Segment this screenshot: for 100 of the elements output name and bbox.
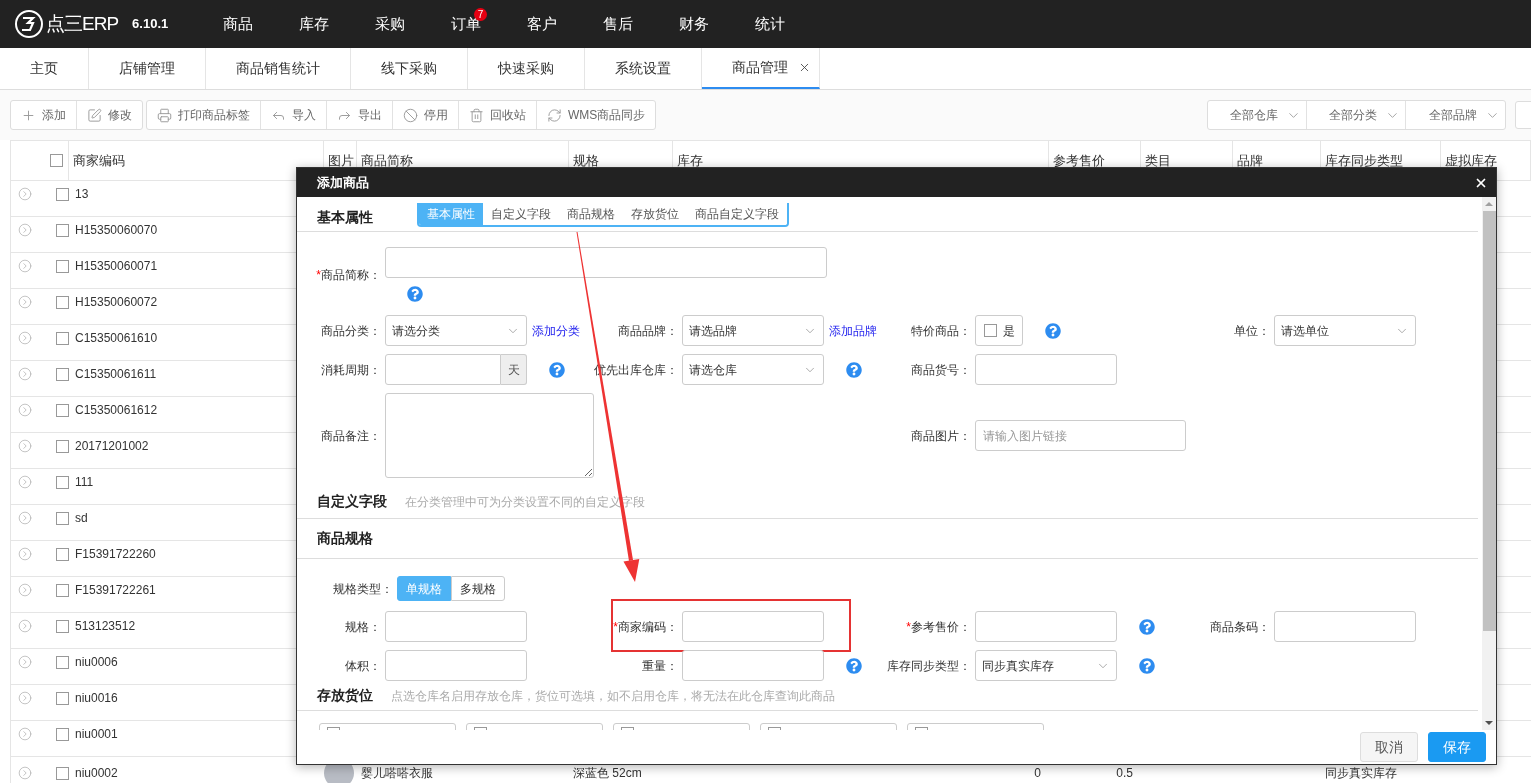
scrollbar[interactable] bbox=[1482, 197, 1496, 730]
checkbox[interactable] bbox=[56, 511, 69, 525]
table-cell-text: niu0006 bbox=[75, 654, 118, 672]
nav-item[interactable]: 库存 bbox=[276, 12, 352, 36]
expand-icon[interactable] bbox=[18, 259, 32, 274]
input-field[interactable] bbox=[1274, 611, 1416, 642]
expand-icon[interactable] bbox=[18, 766, 32, 781]
spec-type-toggle[interactable]: 多规格 bbox=[451, 576, 505, 601]
expand-icon[interactable] bbox=[18, 655, 32, 670]
filter-dropdown[interactable]: 全部品牌 bbox=[1406, 101, 1505, 129]
filter-dropdown[interactable]: 全部仓库 bbox=[1208, 101, 1307, 129]
add-link[interactable]: 添加分类 bbox=[532, 321, 580, 340]
input-field[interactable] bbox=[975, 354, 1117, 385]
checkbox[interactable] bbox=[56, 331, 69, 345]
checkbox[interactable] bbox=[56, 766, 69, 780]
checkbox[interactable] bbox=[56, 403, 69, 417]
nav-item[interactable]: 售后 bbox=[580, 12, 656, 36]
help-icon[interactable] bbox=[846, 361, 862, 378]
checkbox[interactable] bbox=[983, 324, 997, 337]
scroll-down-icon[interactable] bbox=[1485, 721, 1493, 725]
add-link[interactable]: 添加品牌 bbox=[829, 321, 877, 340]
expand-icon[interactable] bbox=[18, 187, 32, 202]
nav-item[interactable]: 财务 bbox=[656, 12, 732, 36]
nav-item[interactable]: 客户 bbox=[504, 12, 580, 36]
expand-icon[interactable] bbox=[18, 583, 32, 598]
help-icon[interactable] bbox=[1045, 322, 1061, 339]
toolbar-button[interactable]: 添加 bbox=[11, 101, 77, 129]
toolbar-icon bbox=[547, 107, 562, 123]
help-icon[interactable] bbox=[1139, 618, 1155, 635]
dropdown[interactable]: 请选仓库 bbox=[682, 354, 824, 385]
checkbox[interactable] bbox=[56, 655, 69, 669]
filter-dropdown[interactable]: 全部分类 bbox=[1307, 101, 1406, 129]
checkbox[interactable] bbox=[56, 439, 69, 453]
checkbox[interactable] bbox=[56, 295, 69, 309]
expand-icon[interactable] bbox=[18, 691, 32, 706]
expand-icon[interactable] bbox=[18, 727, 32, 742]
input-field[interactable] bbox=[385, 247, 827, 278]
checkbox[interactable] bbox=[56, 367, 69, 381]
help-icon[interactable] bbox=[549, 361, 565, 378]
toolbar-button[interactable]: 回收站 bbox=[459, 101, 537, 129]
checkbox[interactable] bbox=[56, 547, 69, 561]
help-icon[interactable] bbox=[407, 286, 423, 302]
input-field[interactable]: 请输入图片链接 bbox=[975, 420, 1186, 451]
toolbar-button[interactable]: 停用 bbox=[393, 101, 459, 129]
page-tab[interactable]: 主页 bbox=[0, 48, 89, 89]
dropdown[interactable]: 请选品牌 bbox=[682, 315, 824, 346]
checkbox[interactable] bbox=[50, 154, 63, 167]
cancel-button[interactable]: 取消 bbox=[1360, 732, 1418, 762]
dropdown[interactable]: 同步真实库存 bbox=[975, 650, 1117, 681]
page-tab[interactable]: 商品销售统计 bbox=[206, 48, 351, 89]
page-tab[interactable]: 系统设置 bbox=[585, 48, 702, 89]
checkbox[interactable] bbox=[56, 691, 69, 705]
input-field[interactable] bbox=[385, 650, 527, 681]
field-label: 商品备注： bbox=[320, 427, 382, 445]
expand-icon[interactable] bbox=[18, 619, 32, 634]
checkbox[interactable] bbox=[56, 223, 69, 237]
page-tab[interactable]: 店铺管理 bbox=[89, 48, 206, 89]
expand-icon[interactable] bbox=[18, 511, 32, 526]
checkbox[interactable] bbox=[56, 727, 69, 741]
checkbox[interactable] bbox=[56, 187, 69, 201]
checkbox[interactable] bbox=[56, 583, 69, 597]
input-field[interactable] bbox=[385, 354, 501, 385]
input-field[interactable] bbox=[385, 611, 527, 642]
page-tab[interactable]: 线下采购 bbox=[351, 48, 468, 89]
toolbar-button[interactable]: WMS商品同步 bbox=[537, 101, 656, 129]
field-label: 库存同步类型： bbox=[887, 657, 972, 675]
checkbox[interactable] bbox=[56, 619, 69, 633]
checkbox[interactable] bbox=[56, 259, 69, 273]
help-icon[interactable] bbox=[846, 657, 862, 674]
text-area[interactable] bbox=[385, 393, 594, 478]
expand-icon[interactable] bbox=[18, 439, 32, 454]
input-field[interactable] bbox=[682, 611, 824, 642]
toolbar-button[interactable]: 导出 bbox=[327, 101, 393, 129]
table-cell-text: sd bbox=[75, 510, 88, 528]
dropdown[interactable]: 请选分类 bbox=[385, 315, 527, 346]
expand-icon[interactable] bbox=[18, 367, 32, 382]
expand-icon[interactable] bbox=[18, 295, 32, 310]
expand-icon[interactable] bbox=[18, 403, 32, 418]
nav-item[interactable]: 商品 bbox=[200, 12, 276, 36]
checkbox-button[interactable]: 是 bbox=[975, 315, 1023, 346]
help-icon[interactable] bbox=[1139, 657, 1155, 674]
table-cell-text: C15350061611 bbox=[75, 366, 157, 384]
input-field[interactable] bbox=[682, 650, 824, 681]
nav-item[interactable]: 采购 bbox=[352, 12, 428, 36]
dropdown[interactable]: 请选单位 bbox=[1274, 315, 1416, 346]
close-icon[interactable] bbox=[798, 61, 811, 74]
checkbox[interactable] bbox=[56, 475, 69, 489]
toolbar-button[interactable]: 修改 bbox=[77, 101, 142, 129]
nav-item[interactable]: 统计 bbox=[732, 12, 808, 36]
input-field[interactable] bbox=[975, 611, 1117, 642]
expand-icon[interactable] bbox=[18, 547, 32, 562]
toolbar-button[interactable]: 打印商品标签 bbox=[147, 101, 261, 129]
page-tab[interactable]: 快速采购 bbox=[468, 48, 585, 89]
scroll-up-icon[interactable] bbox=[1485, 202, 1493, 206]
expand-icon[interactable] bbox=[18, 475, 32, 490]
field-label: *商家编码： bbox=[612, 618, 679, 636]
table-cell-text: H15350060071 bbox=[75, 258, 158, 276]
toolbar-button[interactable]: 导入 bbox=[261, 101, 327, 129]
expand-icon[interactable] bbox=[18, 223, 32, 238]
expand-icon[interactable] bbox=[18, 331, 32, 346]
